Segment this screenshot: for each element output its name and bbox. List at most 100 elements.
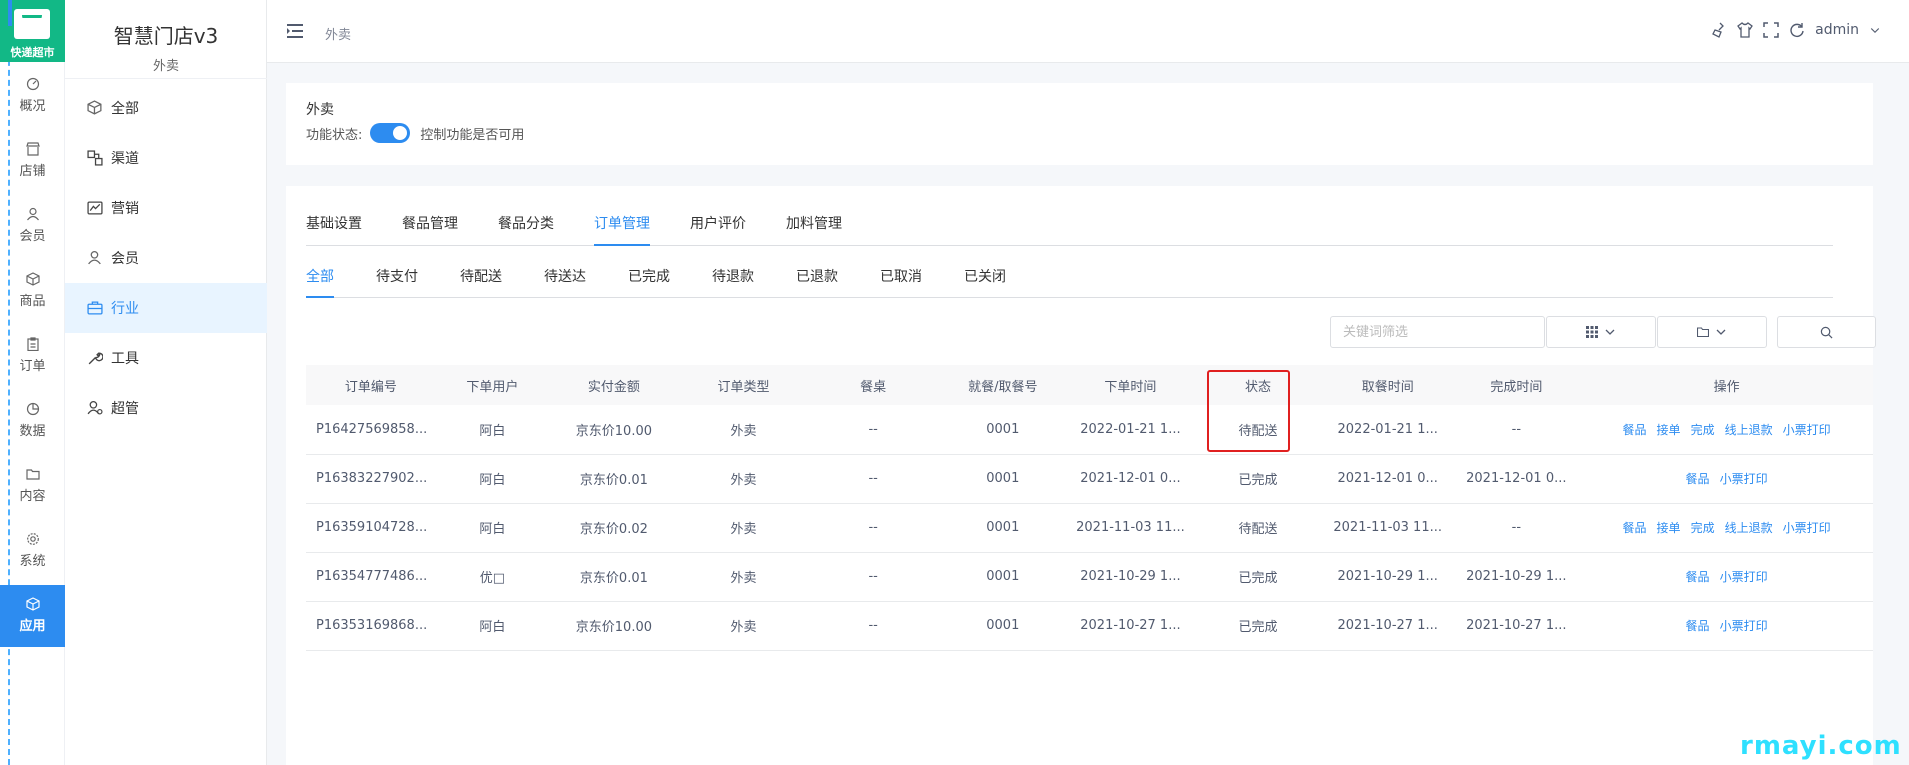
channel-icon [87, 150, 103, 166]
tab-main-0[interactable]: 基础设置 [306, 204, 362, 246]
tab-main-2[interactable]: 餐品分类 [498, 204, 554, 246]
rail-item-5[interactable]: 数据 [0, 390, 65, 452]
folder-select[interactable] [1657, 316, 1767, 348]
table-cell: P16354777486... [306, 552, 436, 602]
search-icon [1820, 326, 1833, 338]
refresh-icon[interactable] [1789, 22, 1805, 38]
tab-main-1[interactable]: 餐品管理 [402, 204, 458, 246]
tab-main-5[interactable]: 加料管理 [786, 204, 842, 246]
rail-item-6[interactable]: 内容 [0, 455, 65, 517]
rail-item-1[interactable]: 店铺 [0, 130, 65, 192]
row-action-link[interactable]: 小票打印 [1783, 521, 1831, 535]
table-cell: 2021-10-27 1... [1452, 601, 1581, 651]
table-cell: 外卖 [678, 405, 809, 455]
shirt-icon[interactable] [1737, 22, 1754, 38]
sidebar-item-label: 全部 [111, 101, 139, 117]
feature-card: 外卖 功能状态: 控制功能是否可用 [286, 83, 1873, 165]
tab-status-1[interactable]: 待支付 [376, 258, 418, 298]
table-cell: 0001 [938, 503, 1068, 553]
row-action-link[interactable]: 餐品 [1686, 472, 1710, 486]
table-cell: 2022-01-21 1... [1067, 405, 1194, 455]
sidebar-item-label: 工具 [111, 351, 139, 367]
layout-select[interactable] [1546, 316, 1656, 348]
sidebar-item-2[interactable]: 营销 [65, 183, 267, 233]
row-action-link[interactable]: 接单 [1657, 521, 1681, 535]
table-cell: 0001 [938, 552, 1068, 602]
row-action-link[interactable]: 餐品 [1623, 521, 1647, 535]
tab-status-2[interactable]: 待配送 [460, 258, 502, 298]
column-header: 下单时间 [1067, 365, 1194, 405]
rail-item-2[interactable]: 会员 [0, 195, 65, 257]
row-action-link[interactable]: 线上退款 [1725, 423, 1773, 437]
rail-item-label: 概况 [19, 99, 46, 114]
table-cell: -- [808, 405, 938, 455]
feature-title: 外卖 [306, 102, 334, 118]
rail-item-7[interactable]: 系统 [0, 520, 65, 582]
folder-icon [25, 469, 40, 480]
table-cell: -- [1452, 503, 1581, 553]
sidebar-item-1[interactable]: 渠道 [65, 133, 267, 183]
user-menu[interactable]: admin [1815, 22, 1859, 38]
row-action-link[interactable]: 小票打印 [1720, 619, 1768, 633]
row-action-link[interactable]: 小票打印 [1783, 423, 1831, 437]
row-action-link[interactable]: 完成 [1691, 521, 1715, 535]
action-cell: 餐品 接单 完成 线上退款 小票打印 [1580, 405, 1873, 455]
table-cell: 2021-10-29 1... [1452, 552, 1581, 602]
action-cell: 餐品 小票打印 [1580, 601, 1873, 651]
tab-status-8[interactable]: 已关闭 [964, 258, 1006, 298]
broom-icon[interactable] [1711, 22, 1727, 38]
sidebar-item-label: 行业 [111, 301, 139, 317]
menu-toggle-icon[interactable] [287, 24, 303, 38]
tab-status-0[interactable]: 全部 [306, 258, 334, 298]
tab-status-4[interactable]: 已完成 [628, 258, 670, 298]
row-action-link[interactable]: 餐品 [1686, 570, 1710, 584]
cube-icon [25, 597, 40, 611]
row-action-link[interactable]: 餐品 [1623, 423, 1647, 437]
status-tabs: 全部 待支付 待配送 待送达 已完成 待退款 已退款 已取消 已关闭 [306, 258, 1833, 298]
sidebar-item-4[interactable]: 行业 [65, 283, 267, 333]
breadcrumb[interactable]: 外卖 [325, 24, 351, 43]
rail-item-0[interactable]: 概况 [0, 65, 65, 127]
column-header: 操作 [1580, 365, 1873, 405]
column-header: 订单类型 [678, 365, 809, 405]
filter-bar [1330, 316, 1876, 348]
feature-toggle[interactable] [370, 123, 411, 143]
table-cell: -- [808, 503, 938, 553]
app-logo[interactable]: 快递超市 [0, 0, 65, 62]
row-action-link[interactable]: 线上退款 [1725, 521, 1773, 535]
top-header: 外卖 admin [267, 0, 1909, 63]
sidebar-item-label: 渠道 [111, 151, 139, 167]
row-action-link[interactable]: 餐品 [1686, 619, 1710, 633]
row-action-link[interactable]: 小票打印 [1720, 570, 1768, 584]
sidebar-item-0[interactable]: 全部 [65, 83, 267, 133]
rail-item-8[interactable]: 应用 [0, 585, 65, 647]
rail-item-label: 内容 [19, 489, 46, 504]
table-cell: 0001 [938, 405, 1068, 455]
tab-status-7[interactable]: 已取消 [880, 258, 922, 298]
table-cell: P16359104728... [306, 503, 436, 553]
rail-item-3[interactable]: 商品 [0, 260, 65, 322]
status-label: 功能状态: [306, 127, 363, 143]
store-icon [25, 142, 40, 156]
sidebar-item-3[interactable]: 会员 [65, 233, 267, 283]
header-tools: admin [1711, 22, 1881, 38]
table-cell: -- [1452, 405, 1581, 455]
tab-status-3[interactable]: 待送达 [544, 258, 586, 298]
tab-status-6[interactable]: 已退款 [796, 258, 838, 298]
tab-main-3[interactable]: 订单管理 [594, 204, 650, 246]
tab-status-5[interactable]: 待退款 [712, 258, 754, 298]
tab-main-4[interactable]: 用户评价 [690, 204, 746, 246]
chevron-down-icon[interactable] [1869, 24, 1881, 36]
rail-item-4[interactable]: 订单 [0, 325, 65, 387]
search-button[interactable] [1777, 316, 1876, 348]
sidebar-item-5[interactable]: 工具 [65, 333, 267, 383]
row-action-link[interactable]: 小票打印 [1720, 472, 1768, 486]
keyword-input[interactable] [1330, 316, 1545, 348]
row-action-link[interactable]: 完成 [1691, 423, 1715, 437]
sidebar-item-6[interactable]: 超管 [65, 383, 267, 433]
wrench-icon [88, 352, 103, 365]
fullscreen-icon[interactable] [1763, 22, 1779, 38]
chevron-down-icon [1605, 329, 1615, 335]
folder-icon [1697, 327, 1709, 338]
row-action-link[interactable]: 接单 [1657, 423, 1681, 437]
